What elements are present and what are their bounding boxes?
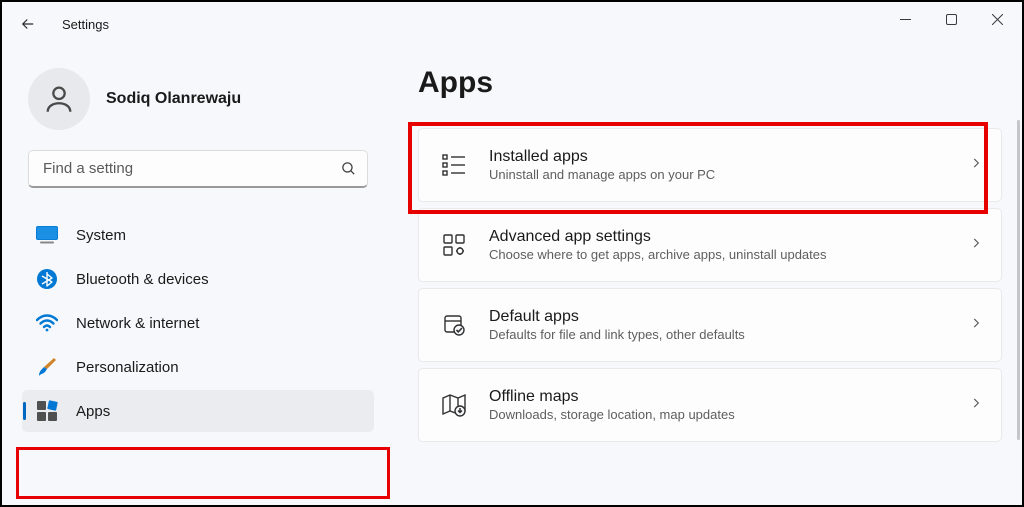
sidebar-item-label: Apps — [76, 403, 110, 420]
minimize-icon — [900, 14, 911, 25]
sidebar-item-bluetooth[interactable]: Bluetooth & devices — [22, 258, 374, 300]
card-default-apps[interactable]: Default apps Defaults for file and link … — [418, 288, 1002, 362]
search-input[interactable] — [43, 160, 340, 177]
card-title: Installed apps — [489, 148, 947, 166]
default-apps-icon — [441, 312, 467, 338]
chevron-right-icon — [969, 236, 983, 255]
person-icon — [42, 82, 76, 116]
sidebar: Sodiq Olanrewaju System Bluetooth & devi… — [6, 48, 386, 507]
arrow-left-icon — [19, 15, 37, 33]
card-subtitle: Uninstall and manage apps on your PC — [489, 167, 947, 182]
sidebar-item-apps[interactable]: Apps — [22, 390, 374, 432]
card-offline-maps[interactable]: Offline maps Downloads, storage location… — [418, 368, 1002, 442]
chevron-right-icon — [969, 156, 983, 175]
paintbrush-icon — [36, 356, 58, 378]
search-icon — [340, 160, 357, 177]
sidebar-item-label: Personalization — [76, 359, 179, 376]
close-icon — [992, 14, 1003, 25]
app-settings-icon — [441, 232, 467, 258]
card-subtitle: Downloads, storage location, map updates — [489, 407, 947, 422]
profile-name: Sodiq Olanrewaju — [106, 90, 241, 108]
main-content: Apps Installed apps Uninstall and manage… — [386, 48, 1024, 507]
wifi-icon — [36, 312, 58, 334]
avatar — [28, 68, 90, 130]
map-icon — [441, 392, 467, 418]
back-button[interactable] — [8, 4, 48, 44]
maximize-button[interactable] — [928, 2, 974, 36]
apps-icon — [36, 400, 58, 422]
card-subtitle: Defaults for file and link types, other … — [489, 327, 947, 342]
minimize-button[interactable] — [882, 2, 928, 36]
card-title: Advanced app settings — [489, 228, 947, 246]
card-title: Offline maps — [489, 388, 947, 406]
chevron-right-icon — [969, 396, 983, 415]
titlebar: Settings — [0, 0, 1024, 48]
chevron-right-icon — [969, 316, 983, 335]
maximize-icon — [946, 14, 957, 25]
sidebar-item-label: Bluetooth & devices — [76, 271, 209, 288]
card-subtitle: Choose where to get apps, archive apps, … — [489, 247, 947, 262]
window-title: Settings — [62, 17, 109, 32]
bluetooth-icon — [36, 268, 58, 290]
nav-list: System Bluetooth & devices Network & int… — [22, 214, 374, 432]
sidebar-item-system[interactable]: System — [22, 214, 374, 256]
search-box[interactable] — [28, 150, 368, 188]
scrollbar[interactable] — [1017, 120, 1020, 440]
card-installed-apps[interactable]: Installed apps Uninstall and manage apps… — [418, 128, 1002, 202]
sidebar-item-label: System — [76, 227, 126, 244]
page-title: Apps — [418, 66, 1002, 100]
sidebar-item-label: Network & internet — [76, 315, 199, 332]
system-icon — [36, 224, 58, 246]
settings-cards: Installed apps Uninstall and manage apps… — [418, 128, 1002, 442]
card-title: Default apps — [489, 308, 947, 326]
list-icon — [441, 152, 467, 178]
close-button[interactable] — [974, 2, 1020, 36]
sidebar-item-network[interactable]: Network & internet — [22, 302, 374, 344]
profile-section[interactable]: Sodiq Olanrewaju — [22, 64, 374, 150]
card-advanced-app-settings[interactable]: Advanced app settings Choose where to ge… — [418, 208, 1002, 282]
sidebar-item-personalization[interactable]: Personalization — [22, 346, 374, 388]
